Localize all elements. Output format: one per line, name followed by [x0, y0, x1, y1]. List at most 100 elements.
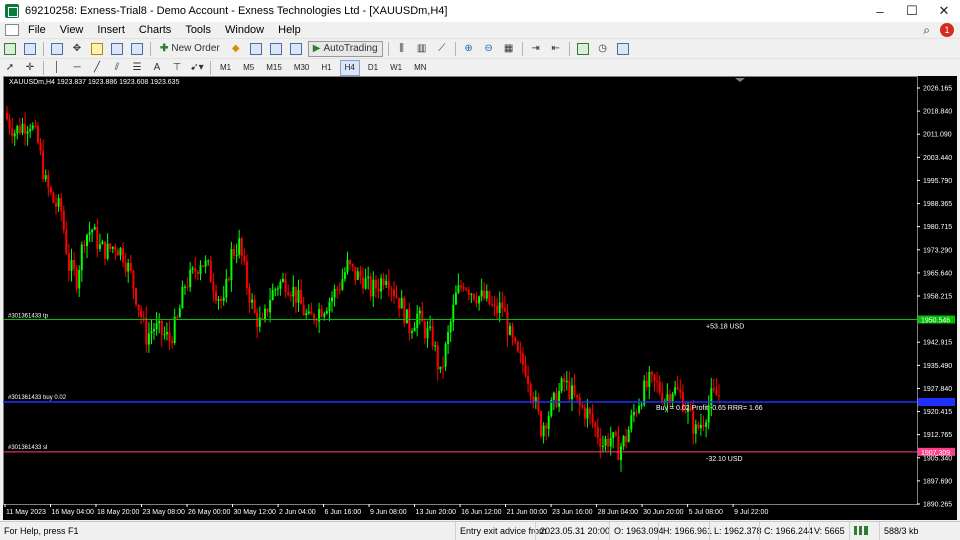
candle-body [11, 128, 14, 137]
timeframe-m15[interactable]: M15 [262, 60, 286, 76]
candle-body [202, 265, 205, 267]
cursor-icon[interactable]: ➚ [2, 60, 18, 76]
candle-body [578, 397, 581, 406]
tile-windows-icon[interactable]: ▦ [501, 41, 517, 57]
candle-body [328, 301, 331, 312]
menu-right-tools: ⌕ 1 [923, 22, 954, 38]
line-studies-toolbar: ➚ ✛ │ ─ ╱ ⫽ ☰ A ⊤ ➹▾ M1 M5 M15 M30 H1 H4… [0, 58, 960, 76]
menu-help[interactable]: Help [271, 24, 308, 36]
zoom-in-icon[interactable]: ⊕ [461, 41, 477, 57]
sl-loss-text: -32.10 USD [706, 456, 743, 463]
crosshair-icon[interactable]: ✛ [22, 60, 38, 76]
candle-body [129, 263, 132, 271]
candle-body [351, 264, 354, 267]
candle-body [127, 263, 130, 272]
candle-body [163, 334, 166, 336]
candle-body [516, 341, 519, 352]
menu-tools[interactable]: Tools [178, 24, 218, 36]
candle-body [6, 113, 8, 120]
market-icon[interactable] [248, 41, 264, 57]
line-chart-icon[interactable]: ⟋ [434, 41, 450, 57]
candle-body [39, 142, 42, 151]
x-tick-label: 9 Jul 22:00 [734, 509, 768, 516]
candle-body [555, 392, 558, 407]
metaeditor-icon[interactable]: ◆ [228, 41, 244, 57]
candle-body [563, 378, 566, 383]
candle-body [617, 435, 620, 461]
menu-view[interactable]: View [53, 24, 91, 36]
candle-body [31, 125, 34, 129]
new-order-icon: ✚ [160, 43, 169, 54]
candle-body [274, 289, 277, 291]
zoom-out-icon[interactable]: ⊖ [481, 41, 497, 57]
candle-body [444, 344, 447, 367]
indicators-icon[interactable] [575, 41, 591, 57]
candle-body [460, 285, 462, 288]
vps-icon[interactable] [288, 41, 304, 57]
x-tick-label: 18 May 20:00 [97, 509, 140, 516]
autoscroll-icon[interactable]: ⇤ [548, 41, 564, 57]
timeframe-w1[interactable]: W1 [386, 60, 406, 76]
horizontal-line-icon[interactable]: ─ [69, 60, 85, 76]
candle-body [55, 202, 57, 207]
profiles-icon[interactable] [22, 41, 38, 57]
tp-profit-text: +53.18 USD [706, 323, 744, 330]
y-tick-label: 2018.840 [923, 109, 952, 116]
templates-icon[interactable] [615, 41, 631, 57]
menu-insert[interactable]: Insert [90, 24, 132, 36]
candle-body [699, 424, 702, 429]
candle-body [91, 230, 94, 233]
menu-window[interactable]: Window [218, 24, 271, 36]
maximize-button[interactable]: ☐ [896, 0, 928, 22]
chart-shift-icon[interactable]: ⇥ [528, 41, 544, 57]
candle-body [429, 326, 432, 328]
vertical-line-icon[interactable]: │ [49, 60, 65, 76]
timeframe-h1[interactable]: H1 [317, 60, 335, 76]
menu-file[interactable]: File [21, 24, 53, 36]
terminal-icon[interactable] [109, 41, 125, 57]
data-window-icon[interactable]: ✥ [69, 41, 85, 57]
arrows-icon[interactable]: ➹▾ [189, 60, 205, 76]
minimize-button[interactable]: – [864, 0, 896, 22]
bar-chart-icon[interactable]: ⫼ [394, 41, 410, 57]
timeframe-m1[interactable]: M1 [216, 60, 235, 76]
menu-bar: File View Insert Charts Tools Window Hel… [0, 22, 960, 38]
candle-body [18, 125, 21, 133]
candlesticks-icon[interactable]: ▥ [414, 41, 430, 57]
market-watch-icon[interactable] [49, 41, 65, 57]
candle-body [540, 411, 542, 437]
candle-body [372, 279, 375, 297]
autotrading-button[interactable]: ▶ AutoTrading [307, 40, 383, 57]
timeframe-m30[interactable]: M30 [290, 60, 314, 76]
y-tick-label: 1912.765 [923, 432, 952, 439]
equidistant-channel-icon[interactable]: ⫽ [109, 60, 125, 76]
new-order-button[interactable]: ✚ New Order [156, 41, 224, 57]
price-chart[interactable]: #301361433 tp #301361433 buy 0.02 #3013614… [3, 76, 957, 520]
candle-body [305, 313, 308, 315]
trendline-icon[interactable]: ╱ [89, 60, 105, 76]
fibonacci-retracement-icon[interactable]: ☰ [129, 60, 145, 76]
new-chart-icon[interactable] [2, 41, 18, 57]
timeframe-h4[interactable]: H4 [339, 59, 360, 76]
candle-body [49, 187, 52, 193]
timeframe-d1[interactable]: D1 [364, 60, 382, 76]
close-button[interactable]: ✕ [928, 0, 960, 22]
periods-icon[interactable]: ◷ [595, 41, 611, 57]
menu-charts[interactable]: Charts [132, 24, 178, 36]
text-label-icon[interactable]: ⊤ [169, 60, 185, 76]
notification-badge[interactable]: 1 [940, 23, 954, 37]
strategy-tester-icon[interactable] [129, 41, 145, 57]
tp-price-text: 1950.546 [921, 317, 950, 324]
chart-canvas[interactable]: #301361433 tp #301361433 buy 0.02 #3013614… [3, 76, 957, 520]
document-icon[interactable] [5, 24, 19, 36]
candle-body [596, 426, 599, 438]
search-icon[interactable]: ⌕ [923, 23, 930, 38]
navigator-icon[interactable] [89, 41, 105, 57]
timeframe-mn[interactable]: MN [410, 60, 430, 76]
signals-icon[interactable] [268, 41, 284, 57]
candle-body [65, 230, 68, 254]
text-tool-icon[interactable]: A [149, 60, 165, 76]
candle-body [178, 308, 181, 318]
timeframe-m5[interactable]: M5 [239, 60, 258, 76]
candle-body [21, 123, 24, 133]
